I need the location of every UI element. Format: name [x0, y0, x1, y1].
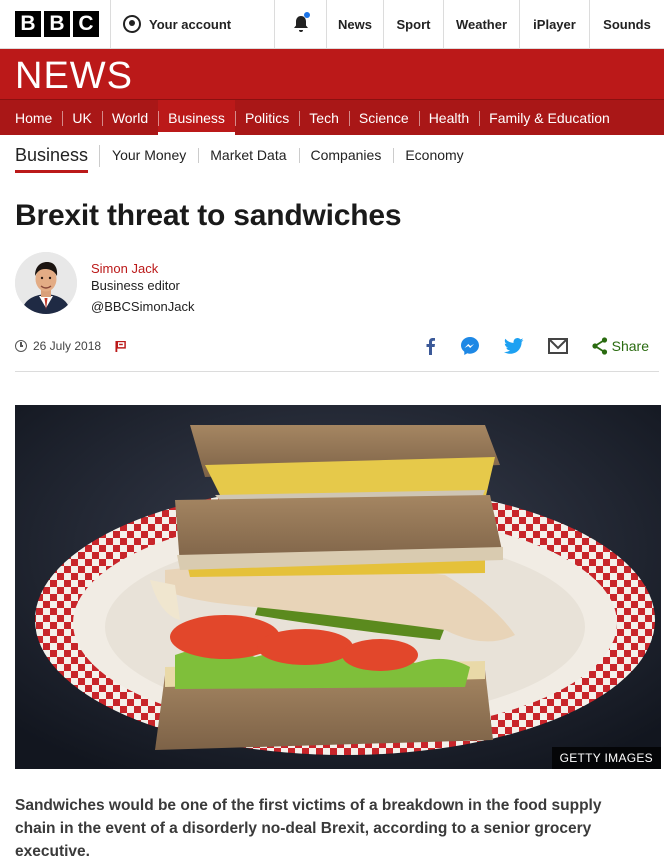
share-tools: Share: [424, 336, 649, 356]
notifications-button[interactable]: [274, 0, 326, 48]
hero-image: GETTY IMAGES: [15, 405, 661, 769]
toplink-weather[interactable]: Weather: [443, 0, 519, 48]
article-intro: Sandwiches would be one of the first vic…: [15, 797, 602, 860]
top-bar: B B C Your account News Sport Weather iP…: [0, 0, 664, 49]
meta-divider: [15, 371, 659, 372]
messenger-icon[interactable]: [460, 336, 480, 356]
clock-icon: [15, 340, 27, 352]
subnav-title[interactable]: Business: [15, 137, 101, 173]
account-label: Your account: [149, 16, 232, 32]
nav-item-world[interactable]: World: [101, 100, 158, 135]
sandwich-photo: [15, 405, 661, 769]
report-flag-icon[interactable]: [115, 340, 126, 352]
image-credit: GETTY IMAGES: [551, 747, 661, 769]
nav-item-science[interactable]: Science: [348, 100, 419, 135]
subnav-item-market-data[interactable]: Market Data: [198, 147, 298, 163]
article-headline: Brexit threat to sandwiches: [15, 199, 402, 232]
bbc-logo-letter: C: [73, 11, 99, 37]
account-button[interactable]: Your account: [110, 0, 274, 48]
top-links: News Sport Weather iPlayer Sounds: [326, 0, 664, 48]
author-twitter-handle[interactable]: @BBCSimonJack: [91, 299, 195, 314]
news-logo[interactable]: NEWS: [15, 55, 133, 98]
author-photo: [15, 252, 77, 314]
subnav-item-companies[interactable]: Companies: [298, 147, 394, 163]
bbc-logo-letter: B: [15, 11, 41, 37]
toplink-sounds[interactable]: Sounds: [589, 0, 664, 48]
nav-item-home[interactable]: Home: [5, 100, 62, 135]
article-date: 26 July 2018: [33, 339, 102, 353]
nav-item-uk[interactable]: UK: [62, 100, 101, 135]
subnav-item-economy[interactable]: Economy: [393, 147, 475, 163]
facebook-icon[interactable]: [424, 337, 436, 355]
notification-dot: [304, 12, 310, 18]
news-banner: NEWS: [0, 49, 664, 99]
nav-item-family-education[interactable]: Family & Education: [479, 100, 620, 135]
nav-item-health[interactable]: Health: [418, 100, 479, 135]
nav-item-politics[interactable]: Politics: [234, 100, 299, 135]
author-name[interactable]: Simon Jack: [91, 261, 158, 276]
share-label: Share: [611, 338, 649, 354]
section-nav: Home UK World Business Politics Tech Sci…: [0, 99, 664, 135]
toplink-iplayer[interactable]: iPlayer: [519, 0, 589, 48]
user-icon: [123, 15, 141, 33]
author-avatar: [15, 252, 77, 314]
bbc-logo[interactable]: B B C: [0, 0, 110, 48]
subnav-item-your-money[interactable]: Your Money: [100, 147, 198, 163]
nav-item-business[interactable]: Business: [158, 100, 235, 135]
twitter-icon[interactable]: [503, 338, 524, 354]
nav-item-tech[interactable]: Tech: [299, 100, 349, 135]
email-icon[interactable]: [547, 338, 568, 354]
author-role: Business editor: [91, 278, 180, 293]
toplink-sport[interactable]: Sport: [383, 0, 443, 48]
toplink-news[interactable]: News: [326, 0, 383, 48]
share-icon: [592, 337, 607, 355]
business-subnav: Business Your Money Market Data Companie…: [0, 137, 664, 173]
share-button[interactable]: Share: [592, 337, 649, 355]
bbc-logo-letter: B: [44, 11, 70, 37]
article-meta: 26 July 2018 Share: [15, 334, 649, 358]
